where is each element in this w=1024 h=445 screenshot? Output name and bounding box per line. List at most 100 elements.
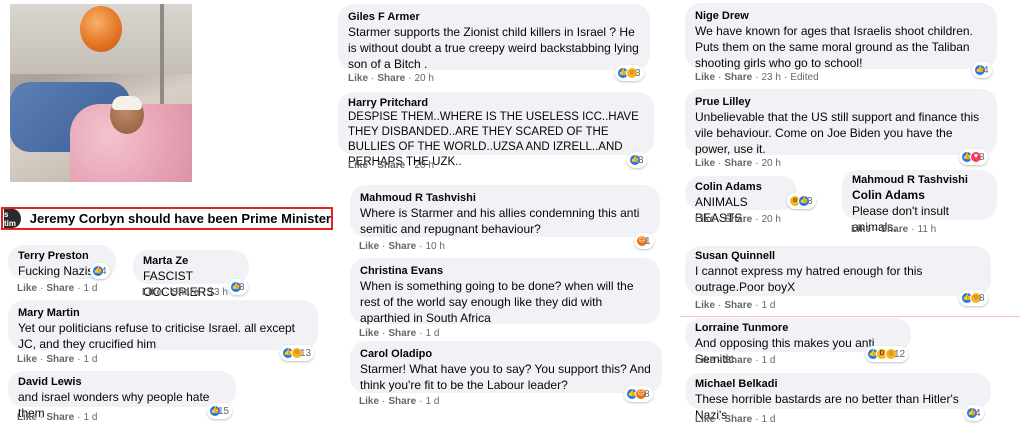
- comment-time[interactable]: 1 d: [84, 412, 98, 423]
- reaction-summary[interactable]: 👍 ☺ 8: [959, 290, 988, 306]
- comment-time[interactable]: 20 h: [762, 158, 781, 169]
- comment-time[interactable]: 11 h: [918, 224, 937, 235]
- share-button[interactable]: Share: [724, 414, 752, 425]
- reaction-summary[interactable]: 👍 4: [972, 62, 992, 78]
- separator: ·: [755, 72, 759, 83]
- reaction-count: 3: [807, 195, 813, 207]
- comment-time[interactable]: 23 h: [762, 72, 781, 83]
- like-button[interactable]: Like: [17, 412, 37, 423]
- commenter-name[interactable]: David Lewis: [18, 375, 226, 389]
- share-button[interactable]: Share: [46, 283, 74, 294]
- post-photo[interactable]: [10, 4, 192, 182]
- comment-time[interactable]: 13 h: [209, 287, 228, 298]
- comment-time[interactable]: 1 d: [762, 414, 776, 425]
- comment-time[interactable]: 20 h: [415, 160, 434, 171]
- share-button[interactable]: Share: [388, 328, 416, 339]
- like-button[interactable]: Like: [695, 72, 715, 83]
- reaction-summary[interactable]: 👍 4: [90, 263, 110, 279]
- reaction-summary[interactable]: 👍 15: [207, 403, 233, 419]
- comment-time[interactable]: 1 d: [84, 283, 98, 294]
- comment-text: Where is Starmer and his allies condemni…: [360, 206, 640, 236]
- commenter-name[interactable]: Marta Ze: [143, 254, 239, 268]
- commenter-name[interactable]: Prue Lilley: [695, 95, 987, 109]
- commenter-name[interactable]: Carol Oladipo: [360, 347, 652, 361]
- like-button[interactable]: Like: [695, 414, 715, 425]
- commenter-name[interactable]: Harry Pritchard: [348, 96, 644, 110]
- separator: ·: [911, 224, 915, 235]
- commenter-name[interactable]: Terry Preston: [18, 249, 106, 263]
- reaction-summary[interactable]: ☹ 1: [634, 233, 654, 249]
- reaction-count: 4: [983, 64, 989, 76]
- comment-time[interactable]: 10 h: [426, 241, 445, 252]
- mentioned-name[interactable]: Colin Adams: [852, 187, 987, 203]
- comment-time[interactable]: 1 d: [762, 300, 776, 311]
- like-button[interactable]: Like: [17, 354, 37, 365]
- comment-actions: Like · Share · 20 h: [695, 158, 781, 169]
- reaction-summary[interactable]: 👍 3: [228, 279, 248, 295]
- commenter-name[interactable]: Christina Evans: [360, 264, 650, 278]
- commenter-name[interactable]: Susan Quinnell: [695, 249, 981, 263]
- commenter-name[interactable]: Nige Drew: [695, 9, 987, 23]
- share-button[interactable]: Share: [377, 160, 405, 171]
- share-button[interactable]: Share: [724, 214, 752, 225]
- reaction-summary[interactable]: 👍 ☺ 13: [280, 345, 315, 361]
- comment-bubble: Michael Belkadi These horrible bastards …: [685, 373, 991, 422]
- like-button[interactable]: Like: [359, 396, 379, 407]
- like-button[interactable]: Like: [359, 328, 379, 339]
- like-button[interactable]: Like: [695, 355, 715, 366]
- comment-time[interactable]: 1 d: [426, 328, 440, 339]
- reaction-summary[interactable]: o 👍 3: [787, 193, 816, 209]
- commenter-name[interactable]: Lorraine Tunmore: [695, 321, 901, 335]
- like-button[interactable]: Like: [695, 158, 715, 169]
- share-button[interactable]: Share: [724, 300, 752, 311]
- comment-actions: Like · Share · 1 d: [695, 300, 775, 311]
- reaction-summary[interactable]: 👍 3: [627, 152, 647, 168]
- like-button[interactable]: Like: [851, 224, 871, 235]
- commenter-name[interactable]: Mahmoud R Tashvishi: [852, 173, 987, 187]
- avatar[interactable]: s tim: [4, 209, 21, 228]
- share-button[interactable]: Share: [880, 224, 908, 235]
- separator: ·: [755, 214, 759, 225]
- share-button[interactable]: Share: [388, 396, 416, 407]
- share-button[interactable]: Share: [724, 158, 752, 169]
- like-button[interactable]: Like: [695, 300, 715, 311]
- share-button[interactable]: Share: [388, 241, 416, 252]
- like-button[interactable]: Like: [348, 73, 368, 84]
- separator: ·: [718, 158, 722, 169]
- like-button[interactable]: Like: [142, 287, 162, 298]
- like-button[interactable]: Like: [695, 214, 715, 225]
- edited-label[interactable]: Edited: [790, 72, 818, 83]
- like-button[interactable]: Like: [348, 160, 368, 171]
- comment-actions: Like · Share · 20 h: [348, 160, 434, 171]
- comment-time[interactable]: 20 h: [762, 214, 781, 225]
- separator: ·: [165, 287, 169, 298]
- share-button[interactable]: Share: [724, 72, 752, 83]
- share-button[interactable]: Share: [724, 355, 752, 366]
- separator: ·: [77, 412, 81, 423]
- share-button[interactable]: Share: [46, 354, 74, 365]
- like-button[interactable]: Like: [359, 241, 379, 252]
- reaction-summary[interactable]: 👍 ☹ 8: [624, 386, 653, 402]
- comment-time[interactable]: 1 d: [84, 354, 98, 365]
- comment-time[interactable]: 20 h: [415, 73, 434, 84]
- separator: ·: [718, 414, 722, 425]
- like-button[interactable]: Like: [17, 283, 37, 294]
- commenter-name[interactable]: Colin Adams: [695, 180, 787, 194]
- share-button[interactable]: Share: [171, 287, 199, 298]
- comment-time[interactable]: 1 d: [762, 355, 776, 366]
- separator: ·: [371, 160, 375, 171]
- reaction-summary[interactable]: 👍 4: [964, 405, 984, 421]
- comment-bubble: Mahmoud R Tashvishi Where is Starmer and…: [350, 185, 660, 237]
- commenter-name[interactable]: Giles F Armer: [348, 10, 640, 24]
- share-button[interactable]: Share: [46, 412, 74, 423]
- comment-time[interactable]: 1 d: [426, 396, 440, 407]
- commenter-name[interactable]: Mary Martin: [18, 306, 308, 320]
- reaction-summary[interactable]: 👍 ♥ 3: [959, 149, 988, 165]
- commenter-name[interactable]: Michael Belkadi: [695, 377, 981, 391]
- separator: ·: [718, 300, 722, 311]
- comment-actions: Like · Share · 1 d: [17, 412, 97, 423]
- share-button[interactable]: Share: [377, 73, 405, 84]
- reaction-summary[interactable]: 👍 D ☺ 12: [865, 346, 909, 362]
- commenter-name[interactable]: Mahmoud R Tashvishi: [360, 191, 650, 205]
- reaction-summary[interactable]: 👍 ☺ 3: [615, 65, 644, 81]
